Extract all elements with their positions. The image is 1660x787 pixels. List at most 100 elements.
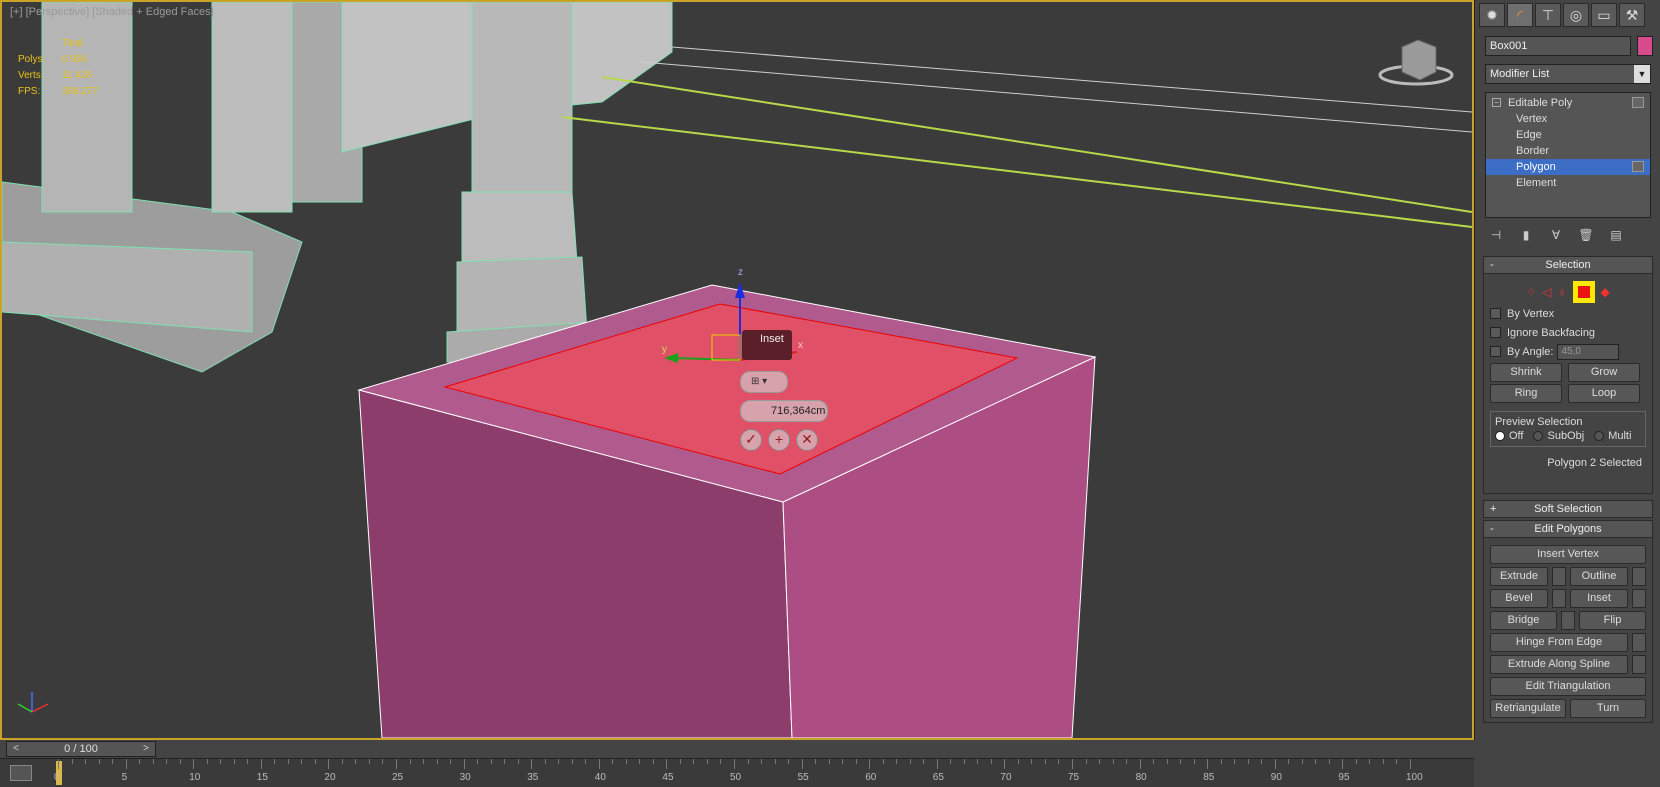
insert-vertex-button[interactable]: Insert Vertex (1490, 545, 1646, 564)
modifier-list-dropdown[interactable]: Modifier List ▼ (1485, 64, 1651, 84)
timeline-tick (598, 759, 600, 769)
timeline-tick (801, 759, 803, 769)
timeline-tick (747, 759, 749, 764)
by-vertex-checkbox[interactable]: By Vertex (1490, 304, 1646, 323)
element-mode-icon[interactable]: ◆ (1601, 285, 1610, 299)
edge-mode-icon[interactable]: ◁ (1542, 285, 1551, 299)
timeline-tick-label: 40 (594, 772, 606, 783)
soft-selection-rollout-header[interactable]: + Soft Selection (1483, 500, 1653, 518)
grow-button[interactable]: Grow (1568, 363, 1640, 382)
visibility-icon[interactable] (1632, 97, 1644, 108)
create-tab-icon[interactable]: ✹ (1479, 3, 1505, 27)
inset-button[interactable]: Inset (1570, 589, 1628, 608)
stack-item-edge[interactable]: Edge (1486, 127, 1650, 143)
configure-sets-icon[interactable]: ▤ (1607, 228, 1625, 244)
bevel-button[interactable]: Bevel (1490, 589, 1548, 608)
track-bar[interactable]: 0 5 10 15 20 25 30 35 40 45 50 55 60 65 70 75 80 85 90 95 10… (0, 758, 1474, 787)
viewport-label[interactable]: [+] [Perspective] [Shaded + Edged Faces] (10, 6, 214, 18)
collapse-icon[interactable]: − (1492, 98, 1501, 107)
timeline-tick (963, 759, 965, 764)
display-tab-icon[interactable]: ▭ (1591, 3, 1617, 27)
timeline-tick (274, 759, 276, 764)
selection-rollout-header[interactable]: - Selection (1483, 256, 1653, 274)
stats-overlay: Total Polys: 6 993 Verts: 11 426 FPS: 309,2… (18, 38, 99, 97)
extrude-settings-icon[interactable] (1552, 567, 1566, 586)
timeline-tick (1234, 759, 1236, 764)
hinge-settings-icon[interactable] (1632, 633, 1646, 652)
angle-spinner[interactable]: 45,0 (1557, 343, 1620, 360)
inset-amount-field[interactable]: 716,364cm (740, 400, 828, 422)
object-color-swatch[interactable] (1637, 36, 1653, 56)
timeline-tick (504, 759, 506, 764)
stack-item-editable-poly[interactable]: − Editable Poly (1486, 95, 1650, 111)
timeline-tick (1396, 759, 1398, 764)
timeline-tick (693, 759, 695, 764)
loop-button[interactable]: Loop (1568, 384, 1640, 403)
ring-button[interactable]: Ring (1490, 384, 1562, 403)
timeline-tick (368, 759, 370, 764)
flip-button[interactable]: Flip (1579, 611, 1646, 630)
motion-tab-icon[interactable]: ◎ (1563, 3, 1589, 27)
mini-curve-editor-icon[interactable] (10, 765, 32, 781)
timeline-tick (869, 759, 871, 769)
timeline-tick (1207, 759, 1209, 769)
remove-modifier-icon[interactable]: 🗑 (1577, 228, 1595, 244)
border-mode-icon[interactable]: ♁ (1558, 285, 1567, 299)
timeline-tick (206, 759, 208, 764)
preview-multi-radio[interactable]: Multi (1594, 430, 1631, 442)
timeline-tick (58, 759, 59, 769)
turn-button[interactable]: Turn (1570, 699, 1646, 718)
polygon-mode-icon[interactable] (1572, 281, 1595, 303)
viewcube[interactable] (1378, 39, 1454, 86)
by-angle-checkbox[interactable]: By Angle: 45,0 (1490, 342, 1646, 361)
inset-settings-icon[interactable] (1632, 589, 1646, 608)
extrude-button[interactable]: Extrude (1490, 567, 1548, 586)
edit-triangulation-button[interactable]: Edit Triangulation (1490, 677, 1646, 696)
retriangulate-button[interactable]: Retriangulate (1490, 699, 1566, 718)
shrink-button[interactable]: Shrink (1490, 363, 1562, 382)
bridge-button[interactable]: Bridge (1490, 611, 1557, 630)
caddy-cancel-button[interactable]: ✕ (796, 429, 818, 451)
timeline-tick (706, 759, 708, 764)
timeline-tick (720, 759, 722, 764)
make-unique-icon[interactable]: ∀ (1547, 228, 1565, 244)
stack-item-border[interactable]: Border (1486, 143, 1650, 159)
stack-item-element[interactable]: Element (1486, 175, 1650, 191)
timeline-tick-label: 35 (527, 772, 539, 783)
edit-polygons-rollout-header[interactable]: - Edit Polygons (1483, 520, 1653, 538)
timeline-tick (1072, 759, 1073, 769)
axis-tripod (17, 692, 49, 713)
bridge-settings-icon[interactable] (1561, 611, 1575, 630)
visibility-icon[interactable] (1632, 161, 1644, 172)
time-slider[interactable]: < 0 / 100 > (6, 741, 156, 757)
timeline-tick (1220, 759, 1222, 764)
perspective-viewport[interactable]: z y x [+] [Perspective] [Shaded + Edged … (0, 0, 1474, 740)
stack-item-vertex[interactable]: Vertex (1486, 111, 1650, 127)
extrude-along-spline-button[interactable]: Extrude Along Spline (1490, 655, 1628, 674)
caddy-ok-button[interactable]: ✓ (740, 429, 762, 451)
ignore-backfacing-checkbox[interactable]: Ignore Backfacing (1490, 323, 1646, 342)
chevron-left-icon[interactable]: < (9, 742, 23, 756)
stack-tools: ⊣ ▮ ∀ 🗑 ▤ (1475, 218, 1660, 254)
hierarchy-tab-icon[interactable]: ⊤ (1535, 3, 1561, 27)
chevron-right-icon[interactable]: > (139, 742, 153, 756)
hinge-from-edge-button[interactable]: Hinge From Edge (1490, 633, 1628, 652)
stack-item-polygon[interactable]: Polygon (1486, 159, 1650, 175)
caddy-apply-button[interactable]: + (768, 429, 790, 451)
inset-caddy-title: Inset (742, 330, 792, 360)
inset-mode-dropdown[interactable]: ⊞ ▾ (740, 371, 788, 393)
object-name-field[interactable]: Box001 (1485, 36, 1631, 56)
outline-settings-icon[interactable] (1632, 567, 1646, 586)
utilities-tab-icon[interactable]: ⚒ (1619, 3, 1645, 27)
preview-off-radio[interactable]: Off (1495, 430, 1523, 442)
bevel-settings-icon[interactable] (1552, 589, 1566, 608)
pin-stack-icon[interactable]: ⊣ (1487, 228, 1505, 244)
preview-subobj-radio[interactable]: SubObj (1533, 430, 1584, 442)
modify-tab-icon[interactable]: ◜ (1507, 3, 1533, 27)
show-end-result-icon[interactable]: ▮ (1517, 228, 1535, 244)
timeline-tick (423, 759, 425, 764)
timeline-tick (734, 759, 735, 769)
outline-button[interactable]: Outline (1570, 567, 1628, 586)
extrude-spline-settings-icon[interactable] (1632, 655, 1646, 674)
vertex-mode-icon[interactable]: ⁘ (1526, 285, 1536, 299)
